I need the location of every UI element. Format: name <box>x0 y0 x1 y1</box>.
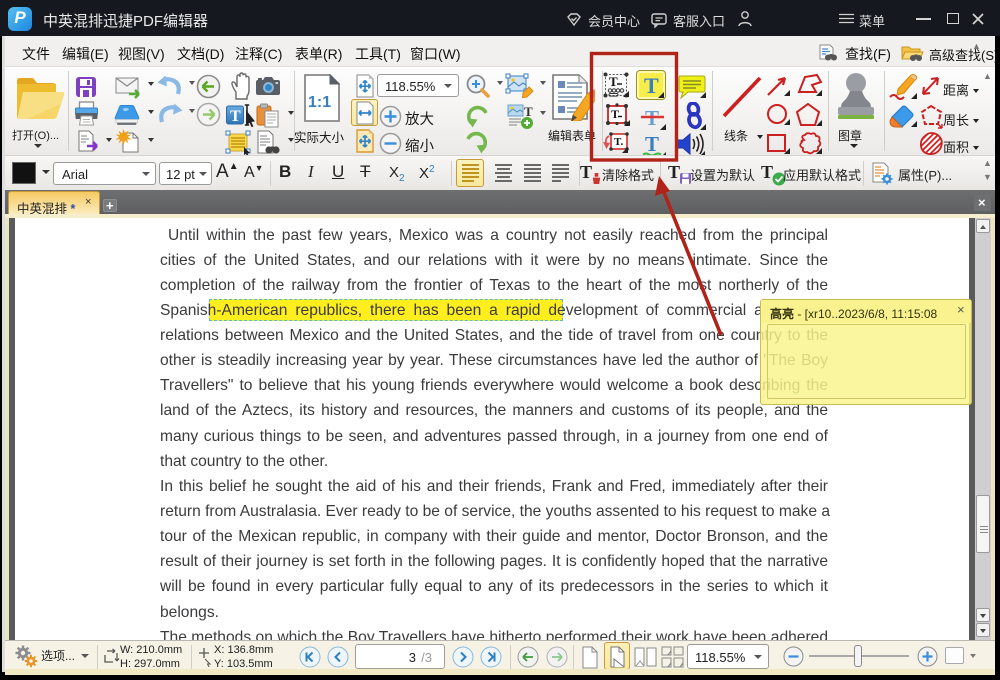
svg-text:T: T <box>644 73 659 98</box>
svg-text:T.: T. <box>614 136 624 148</box>
svg-text:T: T <box>611 107 619 121</box>
svg-text:T: T <box>609 74 618 89</box>
svg-text:T: T <box>645 132 659 156</box>
svg-text:T: T <box>230 108 241 125</box>
svg-text:T: T <box>524 104 533 119</box>
svg-text:1:1: 1:1 <box>308 94 331 111</box>
